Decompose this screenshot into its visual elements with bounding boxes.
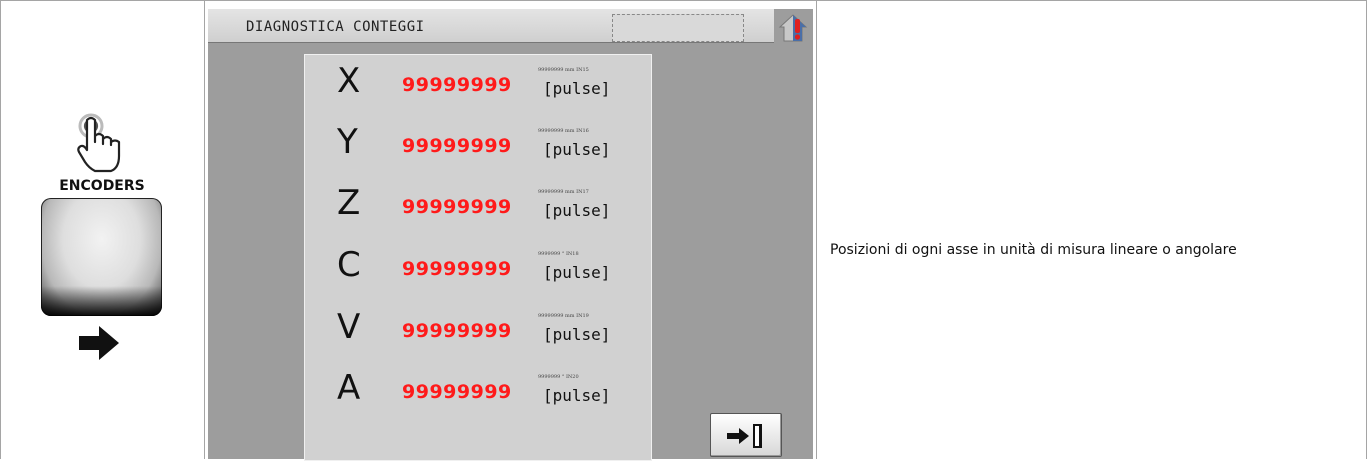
table-border-left xyxy=(0,0,1,459)
axis-unit: [pulse] xyxy=(543,79,611,98)
table-divider-1 xyxy=(204,0,205,459)
home-alert-icon[interactable] xyxy=(776,11,810,43)
axis-name: V xyxy=(337,307,361,347)
axis-name: Y xyxy=(337,122,358,162)
description-text: Posizioni di ogni asse in unità di misur… xyxy=(830,242,1237,258)
encoders-key-button[interactable] xyxy=(41,198,162,316)
axis-position-readout: 9999999 ° IN20 xyxy=(538,374,579,380)
axis-row: Y 99999999 99999999 mm IN16 [pulse] xyxy=(305,118,651,178)
axis-name: X xyxy=(337,61,361,101)
hmi-title: DIAGNOSTICA CONTEGGI xyxy=(246,19,425,35)
axis-count-value: 99999999 xyxy=(402,381,512,403)
axis-unit: [pulse] xyxy=(543,140,611,159)
axis-unit: [pulse] xyxy=(543,263,611,282)
exit-button[interactable] xyxy=(710,413,782,457)
table-border-top xyxy=(0,0,1367,1)
hmi-status-box xyxy=(612,14,744,42)
encoder-list-panel: X 99999999 99999999 mm IN15 [pulse] Y 99… xyxy=(304,54,652,461)
axis-position-readout: 9999999 ° IN18 xyxy=(538,251,579,257)
axis-unit: [pulse] xyxy=(543,386,611,405)
axis-row: C 99999999 9999999 ° IN18 [pulse] xyxy=(305,241,651,301)
table-divider-2 xyxy=(816,0,817,459)
axis-row: Z 99999999 99999999 mm IN17 [pulse] xyxy=(305,179,651,239)
arrow-right-icon xyxy=(79,326,119,360)
axis-name: Z xyxy=(337,183,361,223)
axis-position-readout: 99999999 mm IN17 xyxy=(538,189,589,195)
axis-row: V 99999999 99999999 mm IN19 [pulse] xyxy=(305,303,651,363)
axis-count-value: 99999999 xyxy=(402,258,512,280)
axis-count-value: 99999999 xyxy=(402,135,512,157)
axis-name: A xyxy=(337,368,361,408)
axis-count-value: 99999999 xyxy=(402,320,512,342)
exit-door-icon xyxy=(727,424,762,448)
axis-unit: [pulse] xyxy=(543,325,611,344)
axis-unit: [pulse] xyxy=(543,201,611,220)
axis-row: X 99999999 99999999 mm IN15 [pulse] xyxy=(305,57,651,117)
axis-position-readout: 99999999 mm IN15 xyxy=(538,67,589,73)
encoders-label: ENCODERS xyxy=(59,178,145,194)
pointing-hand-icon xyxy=(77,113,121,173)
axis-count-value: 99999999 xyxy=(402,196,512,218)
axis-name: C xyxy=(337,245,361,285)
axis-position-readout: 99999999 mm IN19 xyxy=(538,313,589,319)
axis-row: A 99999999 9999999 ° IN20 [pulse] xyxy=(305,364,651,424)
hmi-screen: DIAGNOSTICA CONTEGGI X 99999999 99999999… xyxy=(208,9,813,461)
hmi-title-bar: DIAGNOSTICA CONTEGGI xyxy=(208,9,774,43)
axis-count-value: 99999999 xyxy=(402,74,512,96)
axis-position-readout: 99999999 mm IN16 xyxy=(538,128,589,134)
